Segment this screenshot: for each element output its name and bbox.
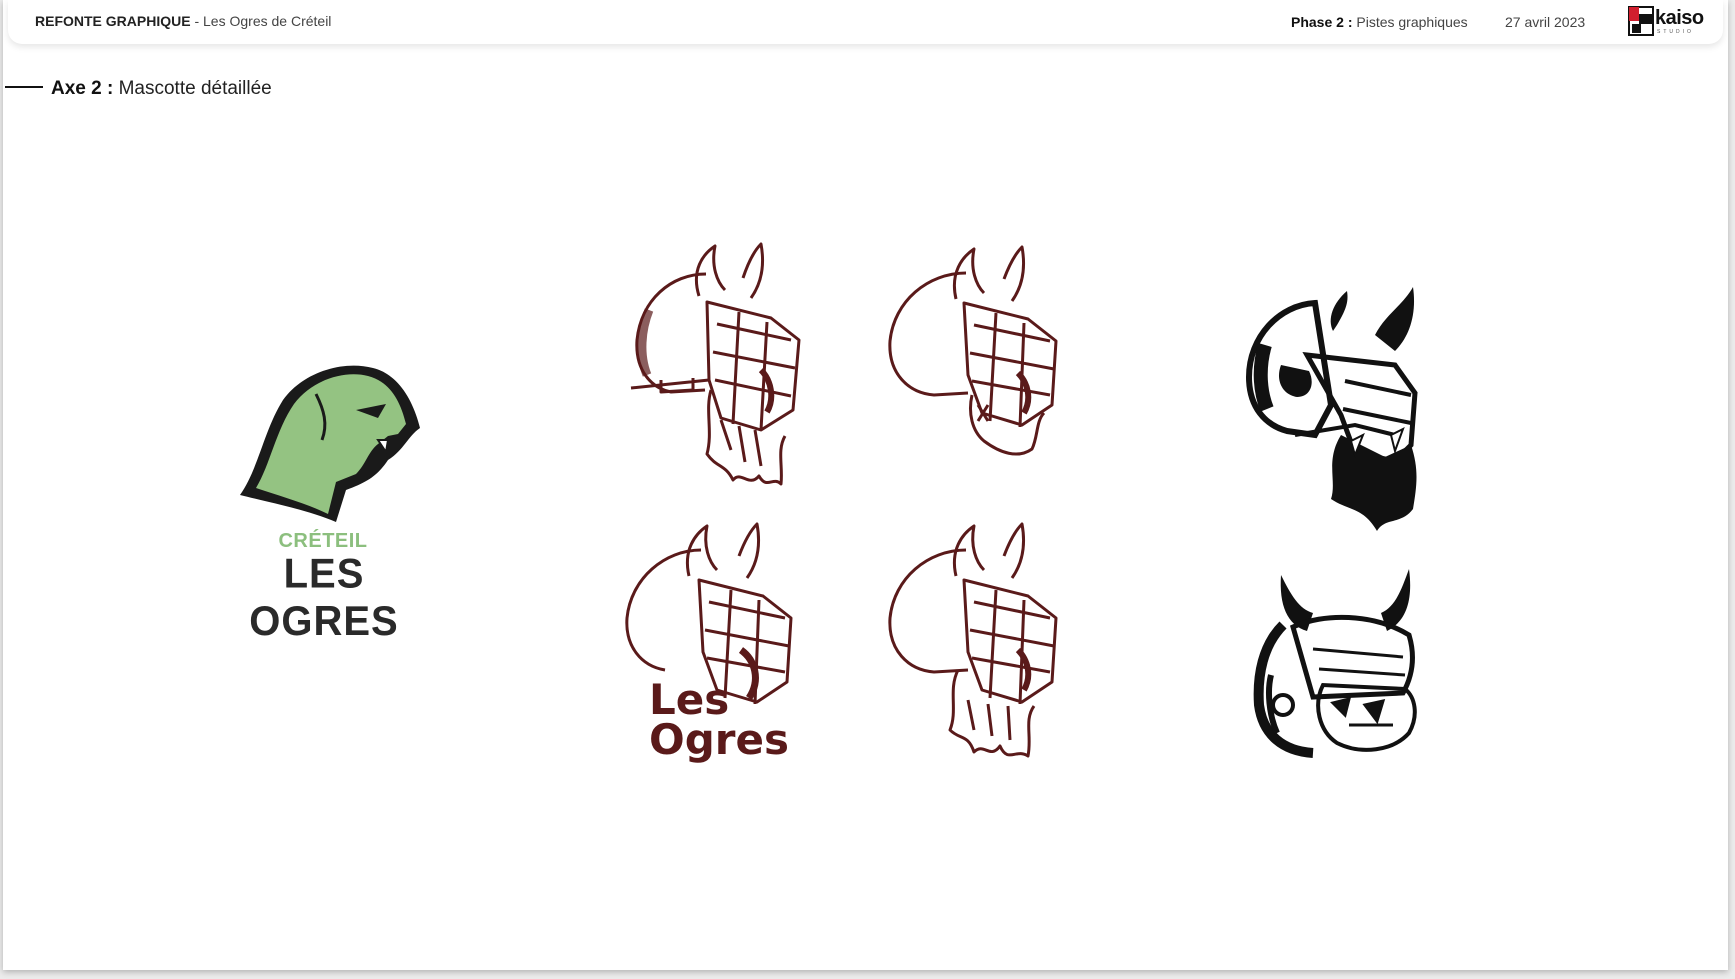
section-title-text: Mascotte détaillée <box>113 78 272 99</box>
wordmark-line1: Les <box>649 675 730 724</box>
slide: REFONTE GRAPHIQUE - Les Ogres de Créteil… <box>3 0 1728 970</box>
date-label: 27 avril 2023 <box>1505 14 1586 30</box>
main-logo: CRÉTEIL LES OGRES <box>228 360 438 644</box>
ogre-helmet-beard-icon <box>630 242 801 486</box>
logo-top-text: CRÉTEIL <box>278 530 368 552</box>
project-title: REFONTE GRAPHIQUE - Les Ogres de Créteil <box>35 13 331 29</box>
phase-label: Phase 2 : <box>1291 14 1353 30</box>
phase-value: Pistes graphiques <box>1352 14 1468 30</box>
ogre-helmet-beard-outline-icon <box>888 522 1058 758</box>
ogre-head-icon <box>240 365 420 522</box>
mascot-variant-1 <box>621 240 811 505</box>
section-rule <box>5 86 43 88</box>
ogre-helmet-ink-beard-icon <box>1245 287 1418 531</box>
mascot-variant-5 <box>1245 285 1435 535</box>
phase-info: Phase 2 : Pistes graphiques <box>1291 14 1468 30</box>
brand-mark-icon <box>1628 6 1654 36</box>
ogre-helmet-ink-detailed-icon <box>1253 569 1417 758</box>
brand-sub: STUDIO <box>1657 29 1694 35</box>
project-subtitle: - Les Ogres de Créteil <box>190 13 332 29</box>
header-bar: REFONTE GRAPHIQUE - Les Ogres de Créteil… <box>8 0 1723 44</box>
ogre-helmet-outline-icon <box>888 245 1058 456</box>
mascot-variant-4 <box>888 520 1078 775</box>
mascot-variant-2 <box>888 245 1078 470</box>
section-label: Axe 2 : <box>51 78 114 99</box>
mascot-variant-3: Les Ogres <box>621 520 811 764</box>
logo-main-text: LES OGRES <box>249 550 399 645</box>
wordmark-line2: Ogres <box>649 715 789 764</box>
variant-wordmark: Les Ogres <box>649 675 789 764</box>
brand-logo: kaiso STUDIO <box>1628 5 1718 37</box>
project-title-bold: REFONTE GRAPHIQUE <box>35 13 191 29</box>
section-heading: Axe 2 : Mascotte détaillée <box>51 78 272 100</box>
brand-name: kaiso <box>1655 7 1704 29</box>
mascot-variant-6 <box>1253 565 1428 765</box>
